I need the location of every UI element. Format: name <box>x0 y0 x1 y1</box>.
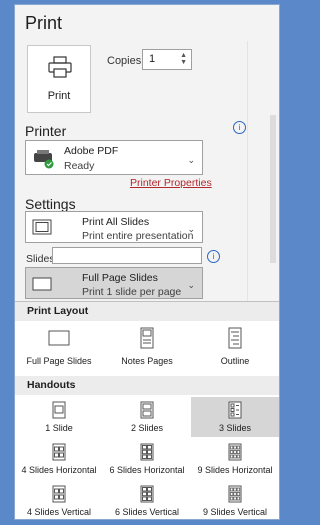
chevron-down-icon: ⌄ <box>187 280 195 290</box>
handout-9-horizontal-icon <box>228 443 242 461</box>
handouts-heading: Handouts <box>15 376 279 395</box>
page-title: Print <box>25 13 63 33</box>
print-layout-dropdown[interactable]: Full Page Slides Print 1 slide per page … <box>25 267 203 299</box>
handout-6-vertical-icon <box>140 485 154 503</box>
option-label: Full Page Slides <box>26 356 92 366</box>
option-label: 9 Slides Vertical <box>202 507 268 517</box>
option-label: 9 Slides Horizontal <box>197 465 273 475</box>
option-6-slides-vertical[interactable]: 6 Slides Vertical <box>103 481 191 519</box>
option-label: 3 Slides <box>218 423 252 433</box>
notes-pages-icon <box>140 327 154 349</box>
handout-3-slides-icon <box>228 401 242 419</box>
option-outline[interactable]: Outline <box>191 324 279 372</box>
option-label: Notes Pages <box>121 356 173 366</box>
option-label: 2 Slides <box>130 423 164 433</box>
option-label: 4 Slides Horizontal <box>21 465 97 475</box>
scrollbar[interactable] <box>270 115 276 263</box>
option-label: 6 Slides Vertical <box>114 507 180 517</box>
handout-2-slides-icon <box>140 401 154 419</box>
printer-icon <box>48 56 72 78</box>
printer-properties-link[interactable]: Printer Properties <box>130 177 212 189</box>
full-page-slides-icon <box>48 330 70 346</box>
handout-4-horizontal-icon <box>52 443 66 461</box>
option-label: 6 Slides Horizontal <box>109 465 185 475</box>
layout-flyout: Print Layout Full Page Slides Notes Page… <box>15 301 279 519</box>
copies-value: 1 <box>149 53 156 65</box>
option-6-slides-horizontal[interactable]: 6 Slides Horizontal <box>103 439 191 479</box>
printer-dropdown[interactable]: Adobe PDF Ready ⌄ <box>25 140 203 175</box>
option-4-slides-vertical[interactable]: 4 Slides Vertical <box>15 481 103 519</box>
chevron-down-icon: ⌄ <box>187 224 195 234</box>
option-label: Outline <box>220 356 250 366</box>
full-page-slide-icon <box>32 277 52 291</box>
copies-stepper[interactable]: 1 ▲ ▼ <box>142 49 192 70</box>
option-label: 4 Slides Vertical <box>26 507 92 517</box>
copies-label: Copies: <box>107 55 145 67</box>
slides-input[interactable] <box>52 247 202 264</box>
handout-1-slide-icon <box>52 401 66 419</box>
option-9-slides-horizontal[interactable]: 9 Slides Horizontal <box>191 439 279 479</box>
printer-status: Ready <box>64 160 95 172</box>
option-label: 1 Slide <box>45 423 73 433</box>
option-notes-pages[interactable]: Notes Pages <box>103 324 191 372</box>
printer-heading: Printer <box>25 123 67 139</box>
slides-info-icon[interactable]: i <box>207 250 220 263</box>
handout-6-horizontal-icon <box>140 443 154 461</box>
option-full-page-slides[interactable]: Full Page Slides <box>15 324 103 372</box>
print-button-label: Print <box>47 90 71 102</box>
slides-stack-icon <box>32 219 52 235</box>
printer-name: Adobe PDF <box>64 145 119 157</box>
spin-arrows-icon[interactable]: ▲ ▼ <box>180 52 187 66</box>
print-layout-heading: Print Layout <box>15 302 279 321</box>
option-9-slides-vertical[interactable]: 9 Slides Vertical <box>191 481 279 519</box>
print-button[interactable]: Print <box>27 45 91 113</box>
print-panel: Print Print Copies: 1 ▲ ▼ Printer i Adobe… <box>14 4 280 520</box>
print-range-dropdown[interactable]: Print All Slides Print entire presentati… <box>25 211 203 243</box>
option-3-slides[interactable]: 3 Slides <box>191 397 279 437</box>
chevron-down-icon: ⌄ <box>187 155 195 165</box>
print-range-subtitle: Print entire presentation <box>82 230 194 242</box>
printer-status-icon <box>34 150 54 169</box>
print-range-title: Print All Slides <box>82 216 150 228</box>
settings-heading: Settings <box>25 196 76 212</box>
option-2-slides[interactable]: 2 Slides <box>103 397 191 437</box>
handout-9-vertical-icon <box>228 485 242 503</box>
option-1-slide[interactable]: 1 Slide <box>15 397 103 437</box>
print-layout-subtitle: Print 1 slide per page <box>82 286 182 298</box>
printer-info-icon[interactable]: i <box>233 121 246 134</box>
print-layout-title: Full Page Slides <box>82 272 158 284</box>
outline-icon <box>228 327 242 349</box>
handout-4-vertical-icon <box>52 485 66 503</box>
option-4-slides-horizontal[interactable]: 4 Slides Horizontal <box>15 439 103 479</box>
divider <box>247 41 248 303</box>
